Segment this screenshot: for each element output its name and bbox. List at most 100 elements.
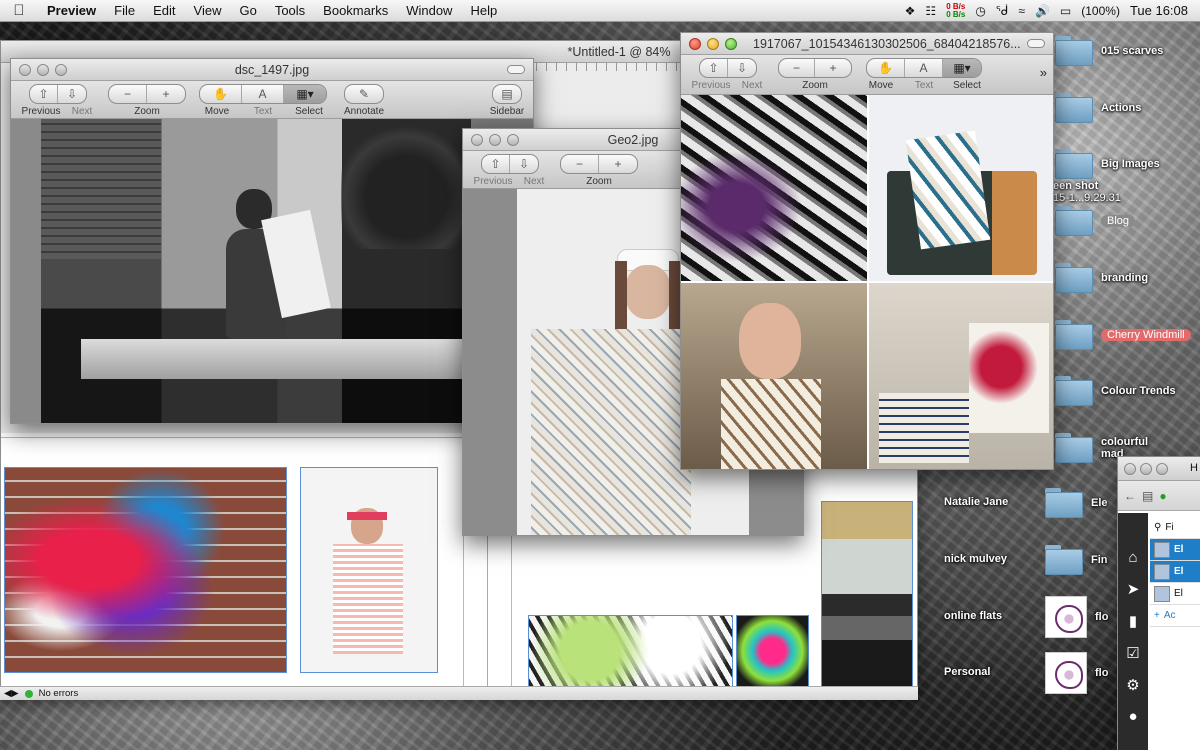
list-item[interactable]: El	[1150, 539, 1200, 561]
zoom-in-icon[interactable]: +	[147, 85, 185, 103]
desktop-folder-ele[interactable]: Ele	[1045, 488, 1108, 518]
desktop-folder-fin[interactable]: Fin	[1045, 545, 1108, 575]
next-icon[interactable]: ⇩	[58, 85, 86, 103]
model-pink-dress-photo[interactable]	[300, 467, 438, 673]
home-icon[interactable]: ⌂	[1128, 549, 1137, 566]
apple-menu-icon[interactable]: 	[0, 2, 38, 19]
desktop-file-flo-1[interactable]: flo	[1045, 596, 1108, 638]
desktop-folder-015-scarves[interactable]: 015 scarves	[1055, 36, 1163, 66]
menu-edit[interactable]: Edit	[144, 3, 184, 18]
close-button[interactable]	[1124, 463, 1136, 475]
pattern-artwork-2[interactable]	[736, 615, 809, 687]
menu-clock[interactable]: Tue 16:08	[1130, 3, 1188, 18]
search-input[interactable]: Fi	[1165, 522, 1173, 533]
desktop-item-online-flats[interactable]: online flats	[944, 610, 1002, 622]
dsc-titlebar[interactable]: dsc_1497.jpg	[11, 59, 533, 81]
menu-help[interactable]: Help	[461, 3, 506, 18]
analytics-icon[interactable]: ▮	[1129, 612, 1137, 630]
search-row[interactable]: ⚲ Fi	[1150, 517, 1200, 539]
toolbar-overflow-icon[interactable]: »	[1040, 58, 1047, 88]
clipboard-icon[interactable]: ☷	[925, 4, 936, 18]
menu-tools[interactable]: Tools	[266, 3, 314, 18]
minimize-button[interactable]	[37, 64, 49, 76]
desktop-folder-actions[interactable]: Actions	[1055, 93, 1141, 123]
desktop-folder-big-images[interactable]: Big Images	[1055, 149, 1160, 179]
network-speed[interactable]: 0 B/s 0 B/s	[946, 2, 965, 19]
zoom-button[interactable]	[507, 134, 519, 146]
list-item[interactable]: El	[1150, 561, 1200, 583]
menu-view[interactable]: View	[185, 3, 231, 18]
text-tool-icon[interactable]: A	[242, 85, 284, 103]
move-hand-icon[interactable]: ✋	[867, 59, 905, 77]
zoom-in-icon[interactable]: +	[599, 155, 637, 173]
menu-go[interactable]: Go	[230, 3, 265, 18]
toolbar-toggle-button[interactable]	[1027, 39, 1045, 48]
previous-icon[interactable]: ⇧	[482, 155, 510, 173]
close-button[interactable]	[19, 64, 31, 76]
next-label[interactable]: Next	[65, 106, 99, 117]
minimize-button[interactable]	[707, 38, 719, 50]
page-nav-icon[interactable]: ◀▶	[4, 688, 19, 699]
minimize-button[interactable]	[489, 134, 501, 146]
close-button[interactable]	[689, 38, 701, 50]
scarf-photo[interactable]	[4, 467, 287, 673]
collage-photo-canvas[interactable]	[681, 95, 1053, 469]
desktop-folder-blog[interactable]: Blog	[1055, 206, 1136, 236]
volume-icon[interactable]: 🔊	[1035, 4, 1050, 18]
desktop-file-flo-2[interactable]: flo	[1045, 652, 1108, 694]
zoom-out-icon[interactable]: −	[561, 155, 599, 173]
next-label[interactable]: Next	[735, 80, 769, 91]
canal-photo[interactable]	[821, 501, 913, 687]
menu-app-preview[interactable]: Preview	[38, 3, 105, 18]
battery-icon[interactable]: ▭	[1060, 4, 1071, 18]
previous-label[interactable]: Previous	[469, 176, 517, 187]
zoom-out-icon[interactable]: −	[779, 59, 815, 77]
menu-window[interactable]: Window	[397, 3, 461, 18]
select-tool-icon[interactable]: ▦▾	[943, 59, 981, 77]
desktop-folder-colour-trends[interactable]: Colour Trends	[1055, 376, 1176, 406]
window-dsc-1497[interactable]: dsc_1497.jpg ⇧ ⇩ Previous Next − + Zoom ✋ A ▦…	[10, 58, 534, 424]
text-tool-icon[interactable]: A	[905, 59, 943, 77]
zoom-button[interactable]	[725, 38, 737, 50]
tasks-icon[interactable]: ☑	[1126, 644, 1139, 662]
bluetooth-icon[interactable]: ᖂ	[996, 4, 1009, 18]
zoom-button[interactable]	[1156, 463, 1168, 475]
desktop-item-personal[interactable]: Personal	[944, 666, 990, 678]
dropbox-icon[interactable]: ❖	[905, 4, 916, 18]
toolbar-toggle-button[interactable]	[507, 65, 525, 74]
pattern-artwork-1[interactable]	[528, 615, 733, 687]
wifi-icon[interactable]: ≈	[1018, 4, 1025, 18]
desktop-item-nick-mulvey[interactable]: nick mulvey	[944, 553, 1007, 565]
minimize-button[interactable]	[1140, 463, 1152, 475]
social-app-window[interactable]: H ← ▤ ● ⌂ ➤ ▮ ☑ ⚙ ● ⚲ Fi El El El + Ac	[1117, 456, 1200, 750]
previous-label[interactable]: Previous	[17, 106, 65, 117]
list-item[interactable]: El	[1150, 583, 1200, 605]
previous-icon[interactable]: ⇧	[700, 59, 728, 77]
back-icon[interactable]: ←	[1124, 489, 1136, 503]
zoom-out-icon[interactable]: −	[109, 85, 147, 103]
previous-icon[interactable]: ⇧	[30, 85, 58, 103]
close-button[interactable]	[471, 134, 483, 146]
desktop-screenshot-label-2[interactable]: 15-1...9.29.31	[1053, 192, 1121, 204]
sidebar-icon[interactable]: ▤	[493, 85, 521, 103]
desktop-folder-cherry-windmill[interactable]: Cherry Windmill	[1055, 320, 1191, 350]
desktop-screenshot-label[interactable]: een shot	[1053, 180, 1098, 192]
time-machine-icon[interactable]: ◷	[975, 4, 985, 18]
next-label[interactable]: Next	[517, 176, 551, 187]
menu-file[interactable]: File	[105, 3, 144, 18]
zoom-button[interactable]	[55, 64, 67, 76]
tools-icon[interactable]: ⚙	[1126, 676, 1139, 694]
window-collage[interactable]: 1917067_10154346130302506_68404218576...…	[680, 32, 1054, 470]
profile-icon[interactable]: ●	[1128, 708, 1137, 725]
desktop-folder-branding[interactable]: branding	[1055, 263, 1148, 293]
desktop-item-natalie-jane[interactable]: Natalie Jane	[944, 496, 1008, 508]
next-icon[interactable]: ⇩	[510, 155, 538, 173]
previous-label[interactable]: Previous	[687, 80, 735, 91]
reader-icon[interactable]: ▤	[1142, 489, 1153, 503]
annotate-pencil-icon[interactable]: ✎	[345, 85, 383, 103]
browser-tab[interactable]: H	[1190, 462, 1198, 474]
collage-titlebar[interactable]: 1917067_10154346130302506_68404218576...	[681, 33, 1053, 55]
social-app-titlebar[interactable]: H	[1118, 457, 1200, 481]
next-icon[interactable]: ⇩	[728, 59, 756, 77]
send-icon[interactable]: ➤	[1127, 580, 1140, 598]
